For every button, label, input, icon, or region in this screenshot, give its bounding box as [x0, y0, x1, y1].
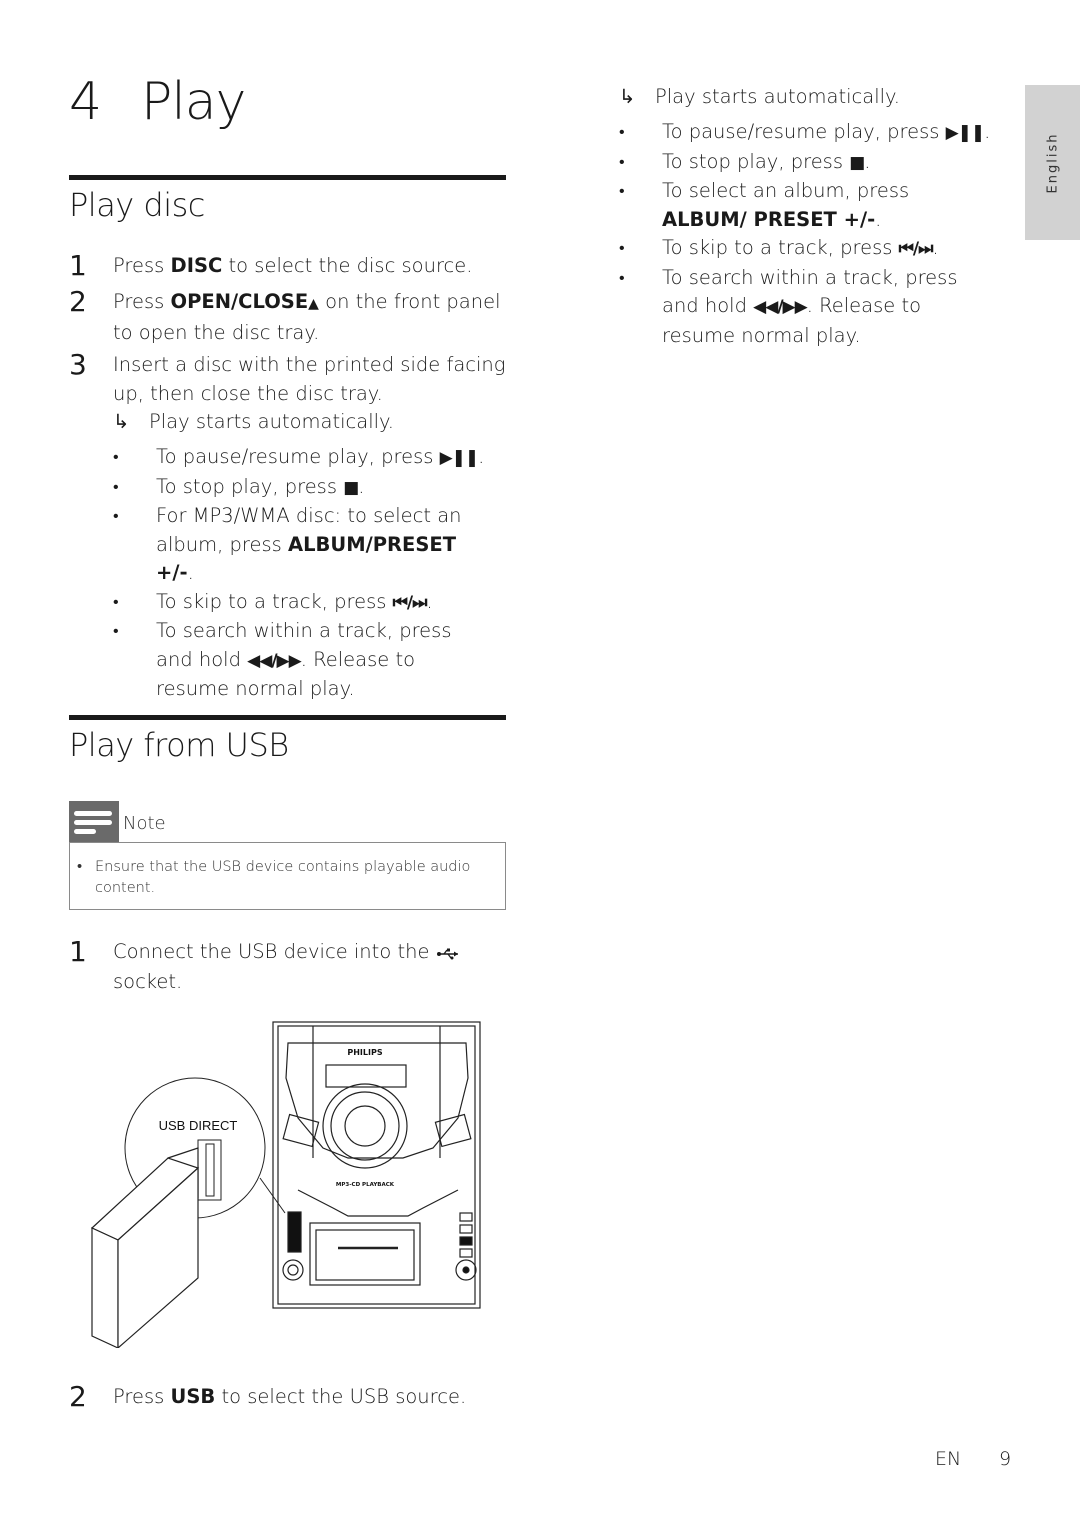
list-item: To stop play, press ■.: [619, 148, 999, 178]
search-rewind-forward-icon: ◀◀/▶▶: [753, 297, 808, 317]
list-item: To search within a track, press and hold…: [113, 617, 493, 704]
panel-label: MP3-CD PLAYBACK: [336, 1182, 395, 1188]
stop-icon: ■: [343, 477, 359, 498]
usb-step-1: 1 Connect the USB device into the socket…: [69, 935, 489, 996]
play-pause-icon: ▶❚❚: [439, 448, 480, 468]
usb-direct-label: USB DIRECT: [159, 1118, 238, 1133]
disc-step-2: 2 Press OPEN/CLOSE▲ on the front panel t…: [69, 285, 509, 347]
list-item: For MP3/WMA disc: to select an album, pr…: [113, 502, 493, 588]
right-bullet-list: To pause/resume play, press ▶❚❚. To stop…: [619, 118, 999, 350]
note-box: Ensure that the USB device contains play…: [69, 842, 506, 910]
step-text: Press DISC to select the disc source.: [113, 254, 473, 277]
step-number: 1: [69, 249, 87, 282]
stop-icon: ■: [849, 152, 865, 173]
list-item: To select an album, press ALBUM/ PRESET …: [619, 177, 999, 234]
note-icon: [69, 801, 119, 842]
usb-connection-illustration: PHILIPS MP3-CD PLAYBACK USB DIRECT: [88, 1018, 488, 1350]
search-rewind-forward-icon: ◀◀/▶▶: [247, 650, 302, 671]
list-item: To stop play, press ■.: [113, 473, 493, 503]
result-arrow-icon: ↳: [619, 85, 636, 108]
disc-step-3: 3 Insert a disc with the printed side fa…: [69, 348, 509, 408]
step-number: 1: [69, 935, 87, 968]
footer-language: EN: [935, 1448, 962, 1470]
list-item: To skip to a track, press ⏮/⏭.: [113, 588, 493, 618]
step-number: 3: [69, 348, 87, 381]
chapter-title: Play: [141, 72, 246, 132]
step-text: Press OPEN/CLOSE▲ on the front panel to …: [113, 290, 501, 344]
note-label: Note: [123, 813, 166, 834]
page-number: 9: [999, 1448, 1012, 1470]
section-title-play-usb: Play from USB: [69, 726, 289, 764]
skip-icon: ⏮/⏭: [392, 592, 428, 613]
list-item: To search within a track, press and hold…: [619, 264, 999, 351]
play-pause-icon: ▶❚❚: [945, 123, 986, 143]
usb-icon: [436, 944, 460, 962]
section-divider: [69, 175, 506, 180]
micro-system-device: [272, 1021, 481, 1309]
language-label: English: [1045, 132, 1060, 193]
section-title-play-disc: Play disc: [69, 186, 205, 224]
step-number: 2: [69, 285, 87, 318]
skip-icon: ⏮/⏭: [898, 239, 934, 259]
disc-result: ↳ Play starts automatically.: [113, 408, 394, 437]
language-tab: English: [1025, 85, 1080, 240]
brand-label: PHILIPS: [347, 1048, 382, 1057]
result-arrow-icon: ↳: [113, 410, 130, 433]
step-number: 2: [69, 1380, 87, 1413]
eject-icon: ▲: [308, 296, 319, 312]
section-divider: [69, 715, 506, 720]
list-item: To pause/resume play, press ▶❚❚.: [113, 443, 493, 473]
step-text: Press USB to select the USB source.: [113, 1385, 467, 1408]
disc-bullet-list: To pause/resume play, press ▶❚❚. To stop…: [113, 443, 493, 704]
note-item: Ensure that the USB device contains play…: [77, 857, 485, 899]
step-text: Insert a disc with the printed side faci…: [113, 353, 506, 405]
usb-step-2: 2 Press USB to select the USB source.: [69, 1380, 509, 1413]
chapter-number: 4: [69, 72, 102, 132]
disc-step-1: 1 Press DISC to select the disc source.: [69, 249, 509, 282]
right-result: ↳ Play starts automatically.: [619, 83, 900, 112]
list-item: To skip to a track, press ⏮/⏭.: [619, 234, 999, 264]
list-item: To pause/resume play, press ▶❚❚.: [619, 118, 999, 148]
step-text: Connect the USB device into the socket.: [113, 938, 489, 996]
